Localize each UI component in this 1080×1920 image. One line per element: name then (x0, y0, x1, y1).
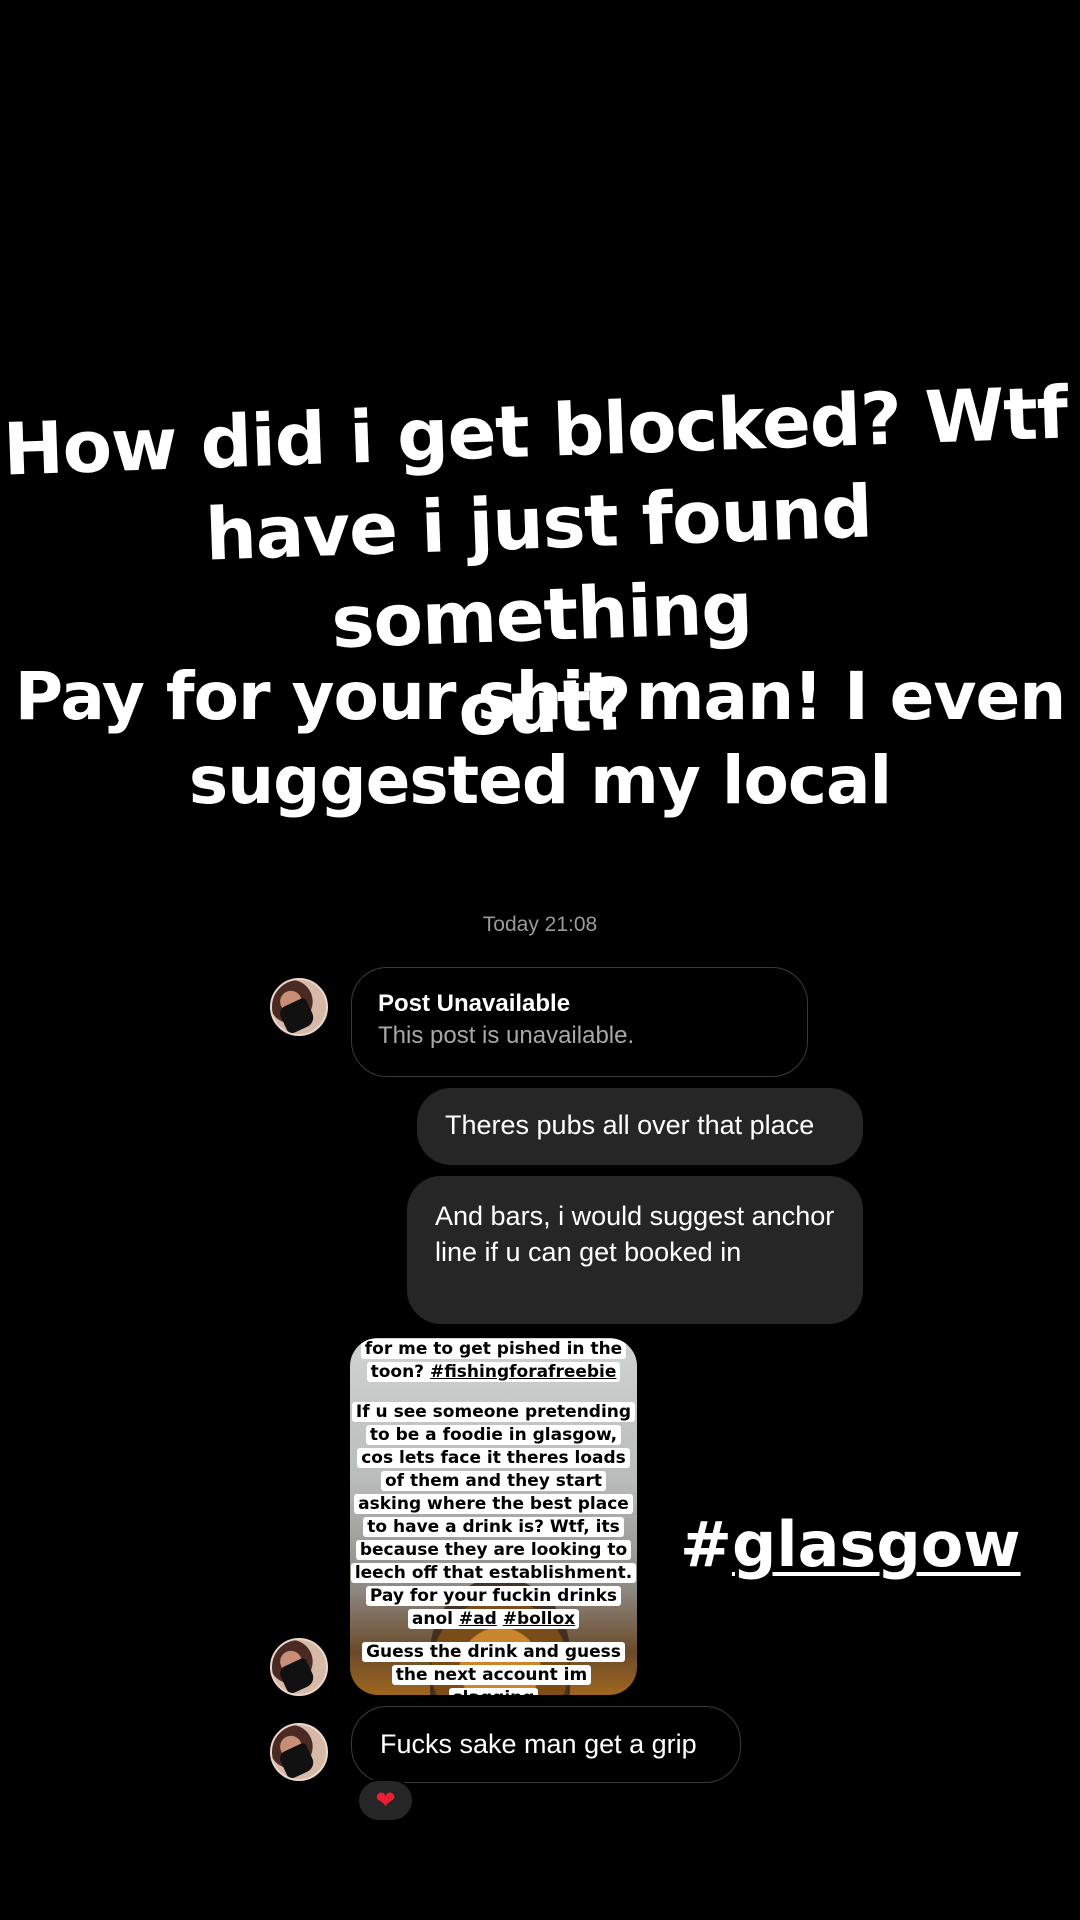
hashtag-symbol: # (680, 1508, 732, 1581)
sent-message-pubs[interactable]: Theres pubs all over that place (417, 1088, 863, 1165)
shared-story-card[interactable]: for me to get pished in the toon? #fishi… (350, 1338, 637, 1695)
story-line: If u see someone pretending (351, 1402, 636, 1422)
story-line: toon? #fishingforafreebie (366, 1362, 621, 1382)
story-caption-pay: Pay for your shit man! I even suggested … (14, 658, 1066, 819)
story-text-top: for me to get pished in the toon? #fishi… (350, 1338, 637, 1384)
story-line: of them and they start (380, 1471, 607, 1491)
heart-icon: ❤ (375, 1787, 396, 1814)
story-line-part: toon? (370, 1362, 430, 1382)
story-line: anol #ad #bollox (407, 1609, 580, 1629)
story-line: Pay for your fuckin drinks (365, 1586, 622, 1606)
post-unavailable-message[interactable]: Post Unavailable This post is unavailabl… (351, 967, 808, 1077)
story-line: cos lets face it theres loads (357, 1448, 630, 1468)
post-unavailable-title: Post Unavailable (378, 990, 571, 1017)
sent-message-bars[interactable]: And bars, i would suggest anchor line if… (407, 1176, 863, 1324)
story-line: for me to get pished in the (360, 1339, 627, 1359)
sender-avatar[interactable] (270, 1638, 328, 1696)
story-line: because they are looking to (355, 1540, 632, 1560)
hashtag-sticker-glasgow[interactable]: #glasgow (680, 1510, 1021, 1580)
received-message-grip[interactable]: Fucks sake man get a grip (351, 1706, 741, 1783)
story-hashtag-bollox: #bollox (502, 1609, 576, 1629)
story-line: to have a drink is? Wtf, its (363, 1517, 624, 1537)
story-hashtag-fishing: #fishingforafreebie (429, 1362, 617, 1382)
story-line: asking where the best place (354, 1494, 633, 1514)
story-line: the next account im slagging (391, 1665, 592, 1695)
heart-reaction[interactable]: ❤ (357, 1779, 414, 1822)
sender-avatar[interactable] (270, 978, 328, 1036)
story-hashtag-ad: #ad (458, 1609, 497, 1629)
story-line: to be a foodie in glasgow, (365, 1425, 622, 1445)
story-text-bottom: Guess the drink and guess the next accou… (350, 1641, 637, 1695)
story-line: leech off that establishment. (350, 1563, 637, 1583)
message-timestamp: Today 21:08 (482, 913, 598, 936)
story-line-part: anol (411, 1609, 459, 1629)
story-text-middle: If u see someone pretending to be a food… (350, 1401, 637, 1631)
sender-avatar[interactable] (270, 1723, 328, 1781)
hashtag-text: glasgow (731, 1508, 1021, 1581)
story-line: Guess the drink and guess (362, 1642, 625, 1662)
post-unavailable-subtitle: This post is unavailable. (378, 1022, 635, 1049)
